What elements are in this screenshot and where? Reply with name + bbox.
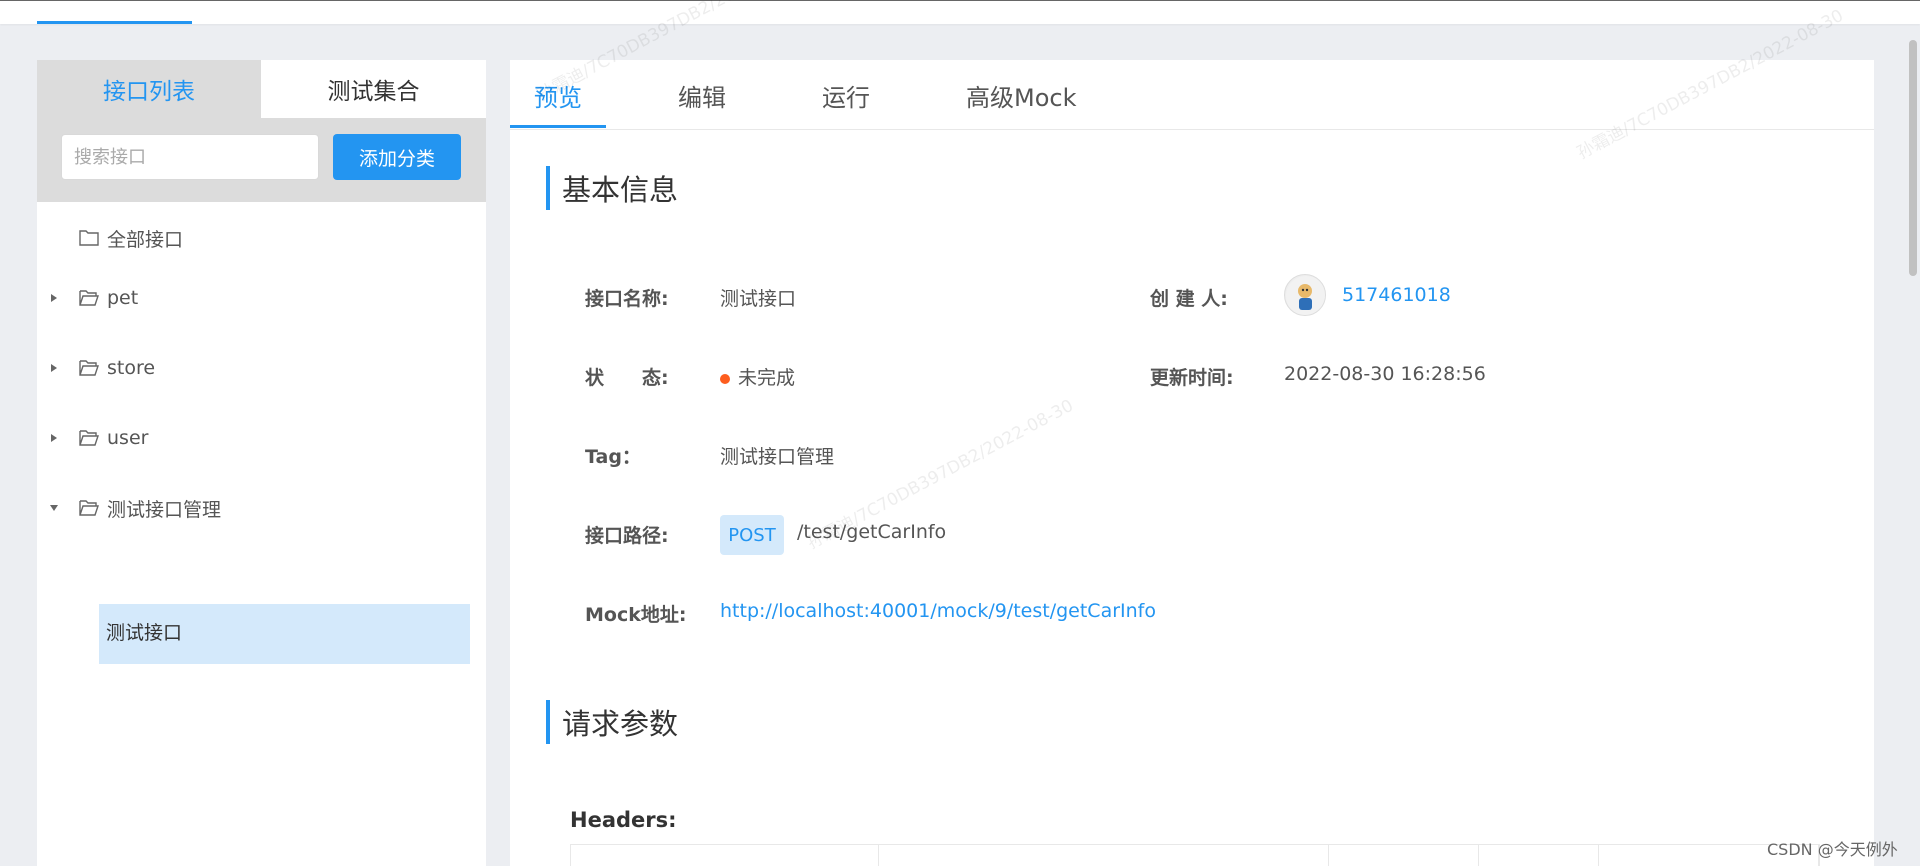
- headers-table-header: [570, 844, 1820, 866]
- search-input[interactable]: [61, 134, 319, 180]
- tree-item-label: user: [107, 427, 149, 449]
- headers-label: Headers:: [570, 808, 677, 832]
- sidebar: 接口列表 测试集合 添加分类 全部接口 pet store user: [37, 60, 486, 866]
- main-panel: 预览 编辑 运行 高级Mock 基本信息 接口名称: 测试接口 创 建 人: 5…: [510, 60, 1874, 866]
- caret-down-icon: [50, 505, 58, 511]
- add-category-button[interactable]: 添加分类: [333, 134, 461, 180]
- name-value: 测试接口: [720, 288, 797, 310]
- mock-label: Mock地址:: [585, 604, 687, 626]
- tree-item-store[interactable]: store: [37, 348, 486, 388]
- caret-right-icon: [51, 294, 57, 302]
- tree-item-label: 测试接口管理: [107, 498, 222, 521]
- tab-advanced-mock[interactable]: 高级Mock: [966, 60, 1076, 130]
- table-header-cell: [1329, 845, 1479, 866]
- caret-right-icon: [51, 364, 57, 372]
- active-tab-indicator: [510, 125, 606, 128]
- folder-open-icon: [79, 360, 99, 376]
- tab-interface-list[interactable]: 接口列表: [37, 60, 261, 118]
- status-dot-icon: [720, 373, 730, 384]
- folder-icon: [79, 230, 99, 246]
- tree-item-label: pet: [107, 287, 139, 309]
- mock-url-link[interactable]: http://localhost:40001/mock/9/test/getCa…: [720, 600, 1156, 622]
- status-text: 未完成: [738, 367, 796, 389]
- table-header-cell: [571, 845, 879, 866]
- creator-link[interactable]: 517461018: [1342, 284, 1451, 306]
- sidebar-tabs: 接口列表 测试集合: [37, 60, 486, 118]
- tab-run[interactable]: 运行: [822, 60, 870, 130]
- tree-item-all[interactable]: 全部接口: [37, 218, 486, 258]
- page-scrollbar[interactable]: [1909, 40, 1917, 276]
- path-label: 接口路径:: [585, 525, 669, 547]
- tree-leaf-selected[interactable]: 测试接口: [99, 604, 470, 664]
- avatar-icon: [1286, 276, 1325, 315]
- avatar[interactable]: [1284, 274, 1326, 316]
- tree-item-label: store: [107, 357, 156, 379]
- top-active-indicator: [37, 21, 192, 24]
- tree-item-user[interactable]: user: [37, 418, 486, 458]
- tag-label: Tag：: [585, 446, 641, 468]
- tab-edit[interactable]: 编辑: [678, 60, 726, 130]
- tab-test-collection[interactable]: 测试集合: [261, 60, 486, 118]
- status-value: 未完成: [720, 363, 795, 390]
- section-request-params: 请求参数: [546, 700, 678, 744]
- table-header-cell: [879, 845, 1329, 866]
- sidebar-toolbar: 添加分类: [37, 118, 486, 202]
- updated-label: 更新时间:: [1150, 367, 1234, 389]
- footer-credit: CSDN @今天例外: [1767, 840, 1898, 859]
- folder-open-icon: [79, 430, 99, 446]
- section-basic-info: 基本信息: [546, 166, 678, 210]
- status-label: 状 态:: [585, 367, 669, 389]
- creator-label: 创 建 人:: [1150, 288, 1228, 310]
- caret-right-icon: [51, 434, 57, 442]
- name-label: 接口名称:: [585, 288, 669, 310]
- tree-item-pet[interactable]: pet: [37, 278, 486, 318]
- tag-value: 测试接口管理: [720, 446, 835, 468]
- top-header: [0, 0, 1920, 24]
- method-badge: POST: [720, 515, 784, 555]
- table-header-cell: [1479, 845, 1599, 866]
- tree-item-label: 全部接口: [107, 228, 184, 251]
- folder-open-icon: [79, 500, 99, 516]
- folder-open-icon: [79, 290, 99, 306]
- updated-value: 2022-08-30 16:28:56: [1284, 363, 1486, 385]
- tree-item-test-management[interactable]: 测试接口管理: [37, 488, 486, 528]
